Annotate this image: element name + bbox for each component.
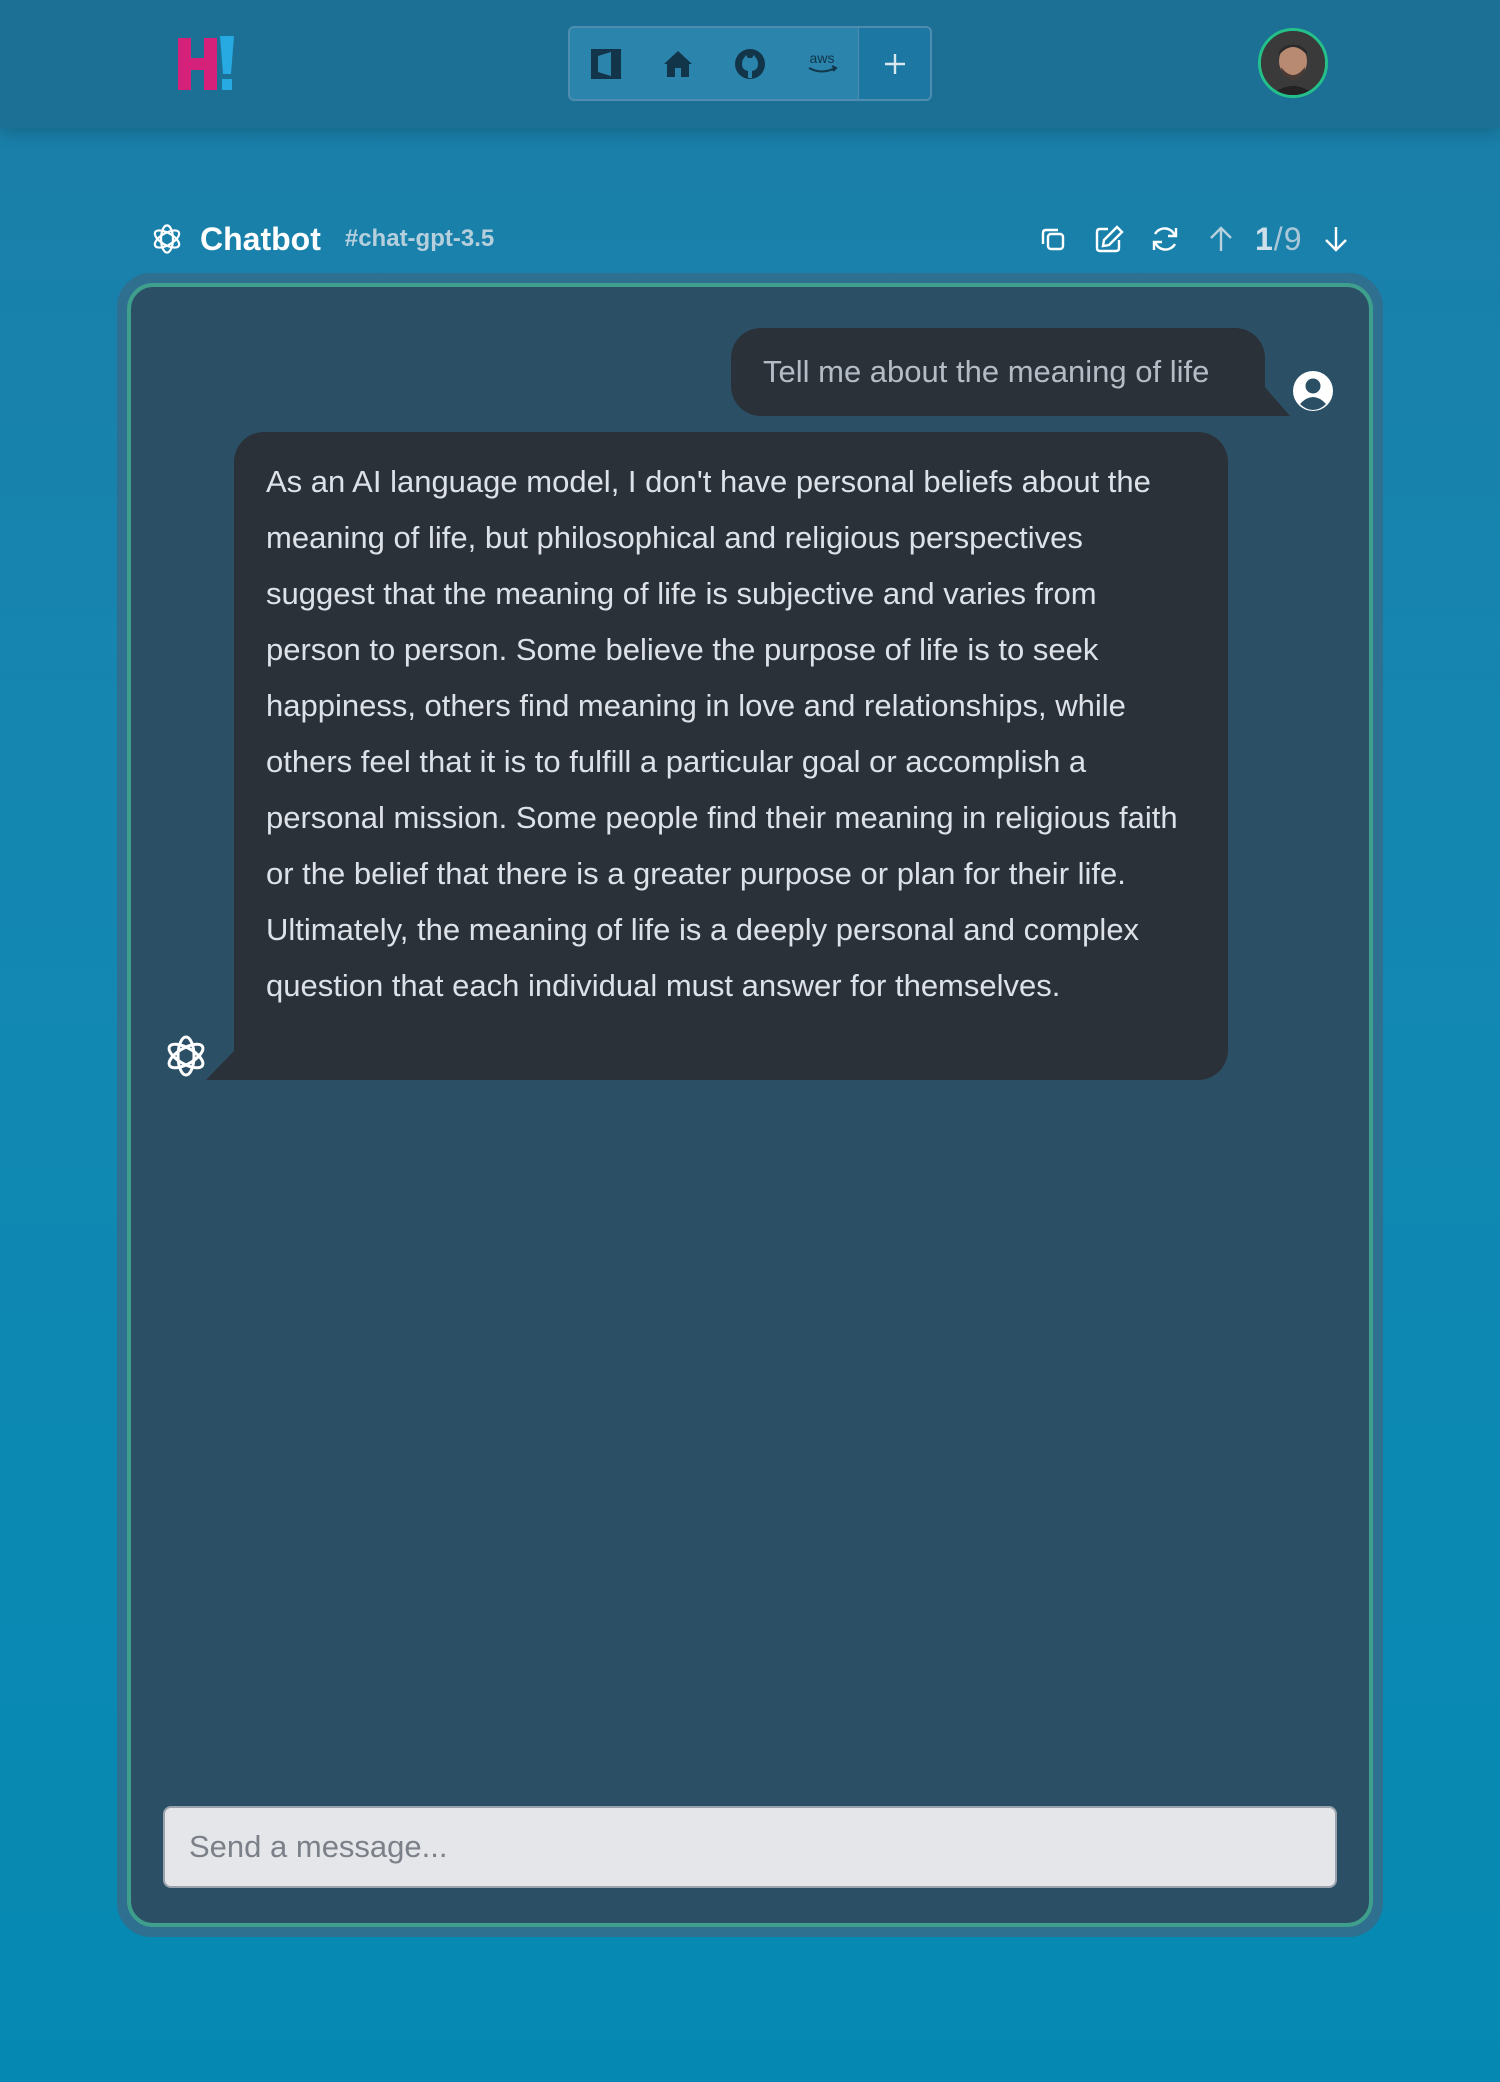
- nav-github-button[interactable]: [714, 28, 786, 99]
- user-message-bubble: Tell me about the meaning of life: [731, 328, 1265, 416]
- chat-toolbar: 1/9: [1025, 216, 1364, 262]
- nav-add-button[interactable]: [858, 28, 930, 99]
- chat-model-tag: #chat-gpt-3.5: [344, 225, 495, 252]
- previous-message-button[interactable]: [1193, 216, 1249, 262]
- nav-home-button[interactable]: [642, 28, 714, 99]
- openai-avatar-icon: [161, 1031, 211, 1081]
- arrow-up-icon: [1210, 226, 1232, 251]
- refresh-icon: [1152, 227, 1178, 251]
- openai-icon: [153, 224, 181, 254]
- user-circle-icon: [1293, 371, 1333, 411]
- top-navigation-bar: aws: [0, 0, 1500, 128]
- edit-icon: [1095, 225, 1124, 253]
- copy-icon: [1041, 228, 1065, 251]
- next-message-button[interactable]: [1308, 216, 1364, 262]
- sidebar-square-icon: [591, 48, 621, 79]
- pager-total: 9: [1283, 220, 1303, 257]
- user-avatar[interactable]: [1258, 28, 1328, 98]
- regenerate-button[interactable]: [1137, 216, 1193, 262]
- home-icon: [664, 50, 692, 77]
- logo[interactable]: [178, 34, 238, 94]
- plus-icon: [884, 53, 905, 74]
- edit-button[interactable]: [1081, 216, 1137, 262]
- user-message-text: Tell me about the meaning of life: [763, 354, 1210, 389]
- arrow-down-icon: [1325, 227, 1348, 252]
- copy-button[interactable]: [1025, 216, 1081, 262]
- aws-label: aws: [810, 50, 835, 66]
- avatar-photo: [1261, 31, 1325, 95]
- message-pager: 1/9: [1255, 221, 1302, 258]
- assistant-message-bubble: As an AI language model, I don't have pe…: [234, 432, 1228, 1080]
- aws-icon: aws: [808, 50, 838, 72]
- chat-title: Chatbot: [200, 220, 321, 257]
- nav-aws-button[interactable]: aws: [786, 28, 858, 99]
- github-icon: [735, 48, 765, 79]
- pager-current: 1: [1255, 220, 1274, 257]
- nav-sidebar-button[interactable]: [570, 28, 642, 99]
- logo-icon: [178, 36, 234, 90]
- nav-button-group: aws: [568, 26, 932, 101]
- pager-separator: /: [1273, 220, 1284, 257]
- message-input[interactable]: [163, 1806, 1337, 1888]
- assistant-message-text: As an AI language model, I don't have pe…: [266, 464, 1178, 1003]
